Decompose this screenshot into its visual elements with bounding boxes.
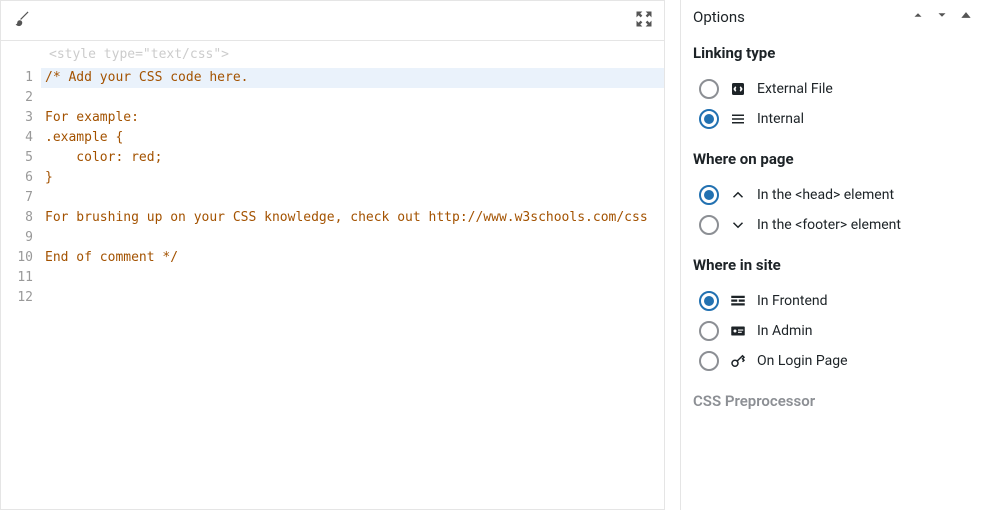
brush-icon — [11, 9, 31, 29]
file-code-icon — [729, 80, 747, 98]
code-line[interactable]: For brushing up on your CSS knowledge, c… — [41, 208, 664, 228]
option-label: In the <head> element — [757, 187, 894, 203]
linking-type-title: Linking type — [681, 34, 985, 70]
chevron-up-icon — [911, 8, 925, 22]
option-frontend[interactable]: In Frontend — [681, 286, 985, 316]
code-area[interactable]: 123456789101112 /* Add your CSS code her… — [1, 68, 664, 509]
code-line[interactable]: .example { — [41, 128, 664, 148]
option-footer[interactable]: In the <footer> element — [681, 210, 985, 240]
collapse-button[interactable] — [959, 8, 973, 26]
lines-icon — [729, 110, 747, 128]
chevron-down-icon — [935, 8, 949, 22]
option-label: On Login Page — [757, 353, 848, 369]
where-on-page-options: In the <head> element In the <footer> el… — [681, 176, 985, 246]
options-title: Options — [693, 8, 745, 26]
option-label: Internal — [757, 111, 804, 127]
code-line[interactable] — [41, 288, 664, 308]
option-login[interactable]: On Login Page — [681, 346, 985, 376]
line-gutter: 123456789101112 — [1, 68, 41, 509]
layout-icon — [729, 292, 747, 310]
radio-icon — [699, 291, 719, 311]
code-line[interactable]: For example: — [41, 108, 664, 128]
code-line[interactable]: color: red; — [41, 148, 664, 168]
radio-icon — [699, 215, 719, 235]
editor-body: <style type="text/css"> 123456789101112 … — [1, 41, 664, 509]
radio-icon — [699, 109, 719, 129]
editor-toolbar — [1, 1, 664, 41]
option-external-file[interactable]: External File — [681, 74, 985, 104]
code-lines[interactable]: /* Add your CSS code here. For example:.e… — [41, 68, 664, 509]
options-header: Options — [681, 0, 985, 34]
radio-icon — [699, 321, 719, 341]
option-internal[interactable]: Internal — [681, 104, 985, 134]
chevron-down-icon — [729, 216, 747, 234]
id-card-icon — [729, 322, 747, 340]
radio-icon — [699, 351, 719, 371]
code-line[interactable]: } — [41, 168, 664, 188]
code-line[interactable] — [41, 88, 664, 108]
code-line[interactable]: /* Add your CSS code here. — [41, 68, 664, 88]
code-line[interactable] — [41, 188, 664, 208]
style-open-tag: <style type="text/css"> — [1, 41, 664, 68]
where-in-site-title: Where in site — [681, 246, 985, 282]
key-icon — [729, 352, 747, 370]
triangle-up-icon — [959, 8, 973, 22]
option-label: In Frontend — [757, 293, 828, 309]
where-on-page-title: Where on page — [681, 140, 985, 176]
option-label: In the <footer> element — [757, 217, 901, 233]
linking-type-options: External File Internal — [681, 70, 985, 140]
move-down-button[interactable] — [935, 8, 949, 26]
code-line[interactable] — [41, 268, 664, 288]
option-head[interactable]: In the <head> element — [681, 180, 985, 210]
beautify-button[interactable] — [11, 9, 31, 33]
option-admin[interactable]: In Admin — [681, 316, 985, 346]
radio-icon — [699, 185, 719, 205]
option-label: External File — [757, 81, 833, 97]
code-line[interactable] — [41, 228, 664, 248]
option-label: In Admin — [757, 323, 812, 339]
editor-panel: <style type="text/css"> 123456789101112 … — [0, 0, 665, 510]
code-line[interactable]: End of comment */ — [41, 248, 664, 268]
chevron-up-icon — [729, 186, 747, 204]
where-in-site-options: In Frontend In Admin On Login Page — [681, 282, 985, 382]
radio-icon — [699, 79, 719, 99]
options-panel: Options Linking type External File Inter… — [680, 0, 985, 510]
fullscreen-button[interactable] — [634, 9, 654, 33]
fullscreen-icon — [634, 9, 654, 29]
move-up-button[interactable] — [911, 8, 925, 26]
preprocessor-title: CSS Preprocessor — [681, 382, 985, 418]
